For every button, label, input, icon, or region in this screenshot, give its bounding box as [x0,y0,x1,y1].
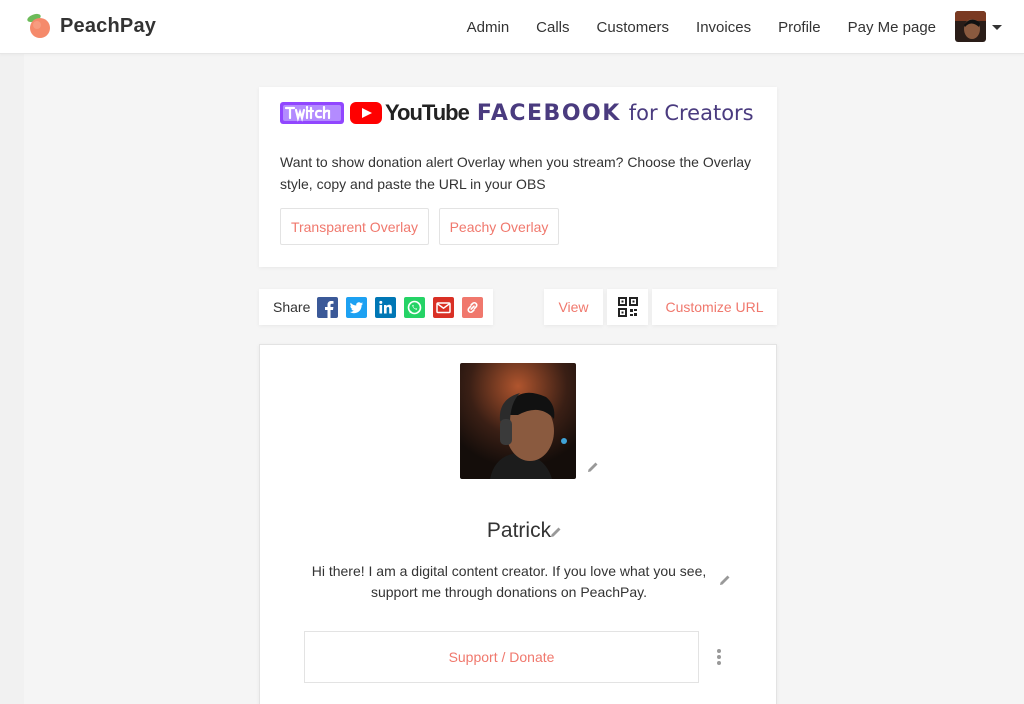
transparent-overlay-button[interactable]: Transparent Overlay [280,208,429,245]
profile-photo [460,363,576,479]
facebook-creators-text: for Creators [628,101,754,125]
customize-url-button[interactable]: Customize URL [652,289,777,325]
peach-logo-icon [27,13,50,38]
nav-links: Admin Calls Customers Invoices Profile P… [440,0,936,54]
bio-line-2: support me through donations on PeachPay… [370,584,648,600]
bio-line-1: Hi there! I am a digital content creator… [311,563,707,579]
share-label: Share [273,299,311,315]
linkedin-icon[interactable] [375,296,397,318]
youtube-logo-icon [350,102,382,124]
nav-invoices[interactable]: Invoices [696,19,751,36]
facebook-logo-text: FACEBOOK [476,100,621,126]
peachy-overlay-button[interactable]: Peachy Overlay [439,208,559,245]
twitch-logo-icon [280,102,344,124]
profile-name: Patrick [486,519,552,542]
view-button[interactable]: View [544,289,603,325]
youtube-logo-text: YouTube [385,100,470,125]
share-card: Share [259,289,493,325]
nav-admin[interactable]: Admin [467,19,510,36]
nav-pay-me-page[interactable]: Pay Me page [848,19,936,36]
email-icon[interactable] [433,296,455,318]
nav-customers[interactable]: Customers [597,19,670,36]
edit-bio-pencil-icon[interactable] [718,573,732,587]
more-options-icon[interactable] [715,649,723,665]
navbar: PeachPay Admin Calls Customers Invoices … [0,0,1024,54]
link-icon[interactable] [462,296,484,318]
profile-card: Patrick Hi there! I am a digital content… [259,344,777,704]
support-donate-button[interactable]: Support / Donate [304,631,699,683]
brand[interactable]: PeachPay [24,12,156,40]
profile-bio: Hi there! I am a digital content creator… [300,561,718,603]
overlay-description: Want to show donation alert Overlay when… [280,154,752,192]
twitter-icon[interactable] [346,296,368,318]
edit-name-pencil-icon[interactable] [549,525,563,539]
nav-profile[interactable]: Profile [778,19,821,36]
qr-code-icon [617,297,638,317]
edit-photo-pencil-icon[interactable] [586,460,600,474]
profile-name-row: Patrick [260,519,778,543]
user-avatar[interactable] [955,11,986,42]
chevron-down-icon[interactable] [992,25,1002,30]
brand-name: PeachPay [60,14,157,37]
whatsapp-icon[interactable] [404,296,426,318]
facebook-icon[interactable] [317,296,339,318]
overlay-card: YouTube FACEBOOK for Creators Want to sh… [259,87,777,267]
qr-code-button[interactable] [607,289,648,325]
nav-calls[interactable]: Calls [536,19,569,36]
platform-logos: YouTube FACEBOOK for Creators [280,100,754,126]
